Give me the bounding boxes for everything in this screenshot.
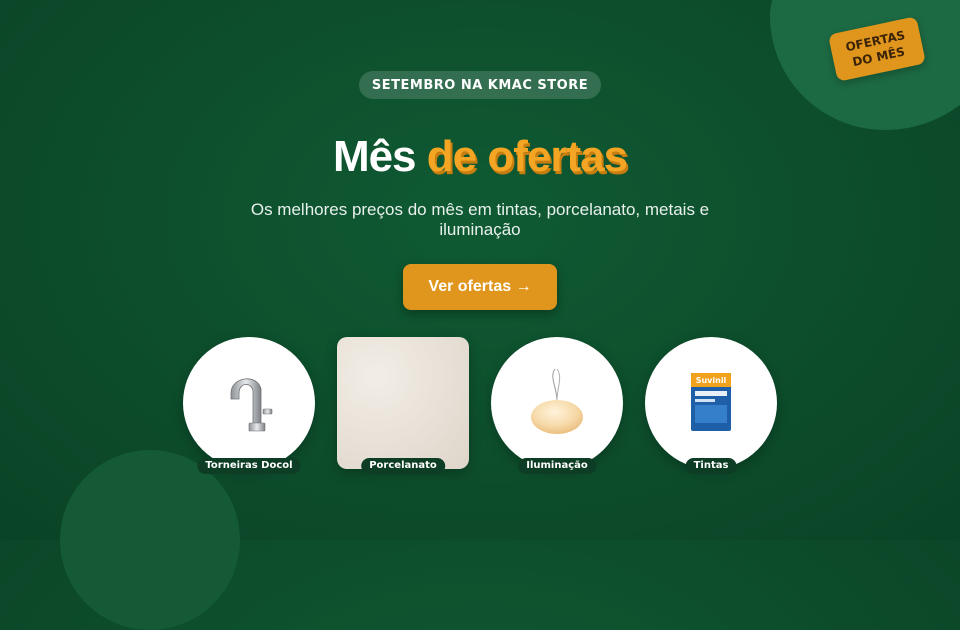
category-card-paints[interactable]: Suvinil (645, 337, 777, 469)
category-label-paints[interactable]: Tintas (685, 458, 737, 474)
pendant-lamp-icon (531, 368, 583, 434)
tile-image (337, 337, 469, 469)
category-card-porcelain[interactable] (337, 337, 469, 469)
category-label-porcelain[interactable]: Porcelanato (361, 458, 445, 474)
eyebrow-pill: SETEMBRO NA KMAC STORE (359, 71, 601, 99)
paint-brand-text: Suvinil (696, 376, 727, 385)
category-card-faucets[interactable] (183, 337, 315, 469)
category-card-lighting[interactable] (491, 337, 623, 469)
title-main: Mês (332, 132, 417, 181)
decorative-blob-bottom-left (60, 450, 240, 630)
page-title: Mês de ofertas (0, 132, 960, 182)
faucet-icon (230, 378, 273, 432)
paint-can-icon: Suvinil (691, 373, 731, 431)
title-accent: de ofertas (426, 132, 628, 181)
category-label-lighting[interactable]: Iluminação (518, 458, 596, 474)
see-offers-button[interactable]: Ver ofertas → (403, 264, 557, 310)
category-label-faucets[interactable]: Torneiras Docol (197, 458, 301, 474)
hero-subtitle: Os melhores preços do mês em tintas, por… (250, 200, 710, 239)
